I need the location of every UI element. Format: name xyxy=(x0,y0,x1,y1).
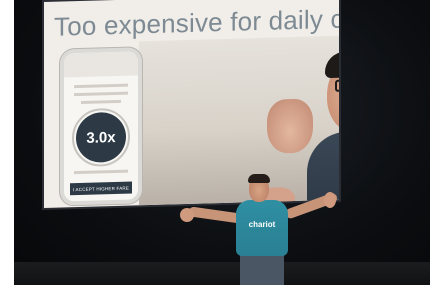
phone-text-line xyxy=(74,83,128,89)
man-hair xyxy=(325,50,339,79)
phone-status-bar xyxy=(64,51,138,78)
phone-mockup: 3.0x I ACCEPT HIGHER FARE xyxy=(64,51,138,202)
phone-text-line xyxy=(74,169,128,175)
speaker-jeans xyxy=(240,254,284,285)
speaker-right-hand xyxy=(324,192,336,208)
speaker-left-hand xyxy=(180,208,194,222)
speaker-shirt: chariot xyxy=(236,200,288,256)
phone-text-line xyxy=(81,99,121,104)
speaker-figure: chariot xyxy=(174,174,349,285)
accept-fare-button: I ACCEPT HIGHER FARE xyxy=(70,181,132,196)
phone-text-line xyxy=(74,91,128,97)
speaker-hair xyxy=(248,174,270,183)
man-glasses xyxy=(335,78,339,92)
event-photo: Too expensive for daily comm 3.0x I ACCE… xyxy=(14,0,430,285)
man-raised-hand xyxy=(267,98,313,154)
shirt-logo-text: chariot xyxy=(248,220,276,229)
